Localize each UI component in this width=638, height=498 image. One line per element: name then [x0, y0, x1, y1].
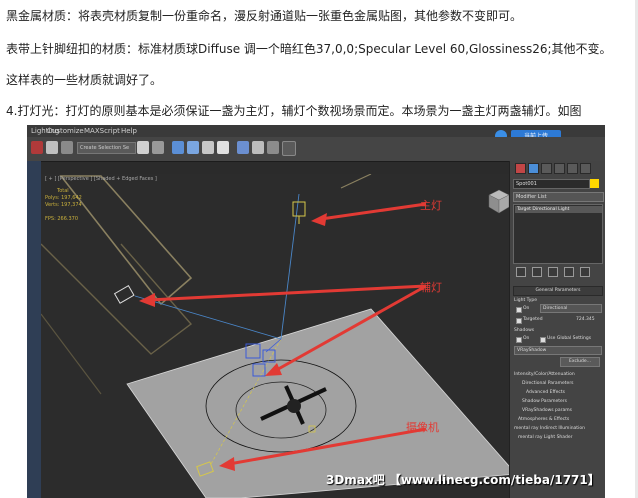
- left-strip: [27, 161, 41, 498]
- link-icon[interactable]: [46, 141, 58, 154]
- shadows-label: Shadows: [514, 328, 535, 333]
- label-main-light: 主灯: [420, 199, 442, 212]
- menu-maxscript[interactable]: MAXScript: [84, 127, 120, 135]
- stats-total: Total: [57, 188, 69, 194]
- configure-sets-icon[interactable]: [580, 267, 590, 277]
- align-icon[interactable]: [152, 141, 164, 154]
- command-panel: Spot001 Modifier List Target Directional…: [509, 161, 605, 498]
- arrow-head-fill-1: [139, 293, 155, 307]
- floor-plane: [126, 308, 509, 498]
- label-camera: 摄像机: [406, 421, 439, 434]
- rollout-shadow-params[interactable]: Shadow Parameters: [522, 399, 567, 404]
- mirror-icon[interactable]: [137, 141, 149, 154]
- light-on-label: On: [523, 306, 530, 311]
- rollout-mr-indirect[interactable]: mental ray Indirect Illumination: [514, 426, 585, 431]
- show-end-result-icon[interactable]: [532, 267, 542, 277]
- viewport-scene: [41, 174, 509, 498]
- remove-modifier-icon[interactable]: [564, 267, 574, 277]
- rollout-intensity[interactable]: Intensity/Color/Attenuation: [514, 372, 575, 377]
- selection-set-select[interactable]: Create Selection Se: [77, 142, 136, 154]
- modifier-list-dropdown[interactable]: Modifier List: [513, 192, 604, 202]
- menu-help[interactable]: Help: [121, 127, 137, 135]
- stats-verts: Verts: 197,374: [45, 202, 82, 208]
- use-global-checkbox[interactable]: [540, 337, 546, 343]
- rollout-mr-shader[interactable]: mental ray Light Shader: [518, 435, 573, 440]
- shadows-on-label: On: [523, 336, 530, 341]
- shadow-type-select[interactable]: VRayShadow: [514, 346, 602, 355]
- targeted-checkbox[interactable]: [516, 318, 522, 324]
- paragraph-metal-material: 黑金属材质：将表壳材质复制一份重命名，漫反射通道贴一张重色金属贴图，其他参数不变…: [6, 9, 523, 23]
- viewcube-icon[interactable]: [488, 189, 509, 215]
- command-panel-tabs: [513, 162, 603, 174]
- motion-tab-icon[interactable]: [554, 163, 565, 174]
- hierarchy-tab-icon[interactable]: [541, 163, 552, 174]
- stats-spacer: [45, 209, 82, 216]
- make-unique-icon[interactable]: [548, 267, 558, 277]
- stack-item-light[interactable]: Target Directional Light: [515, 206, 602, 213]
- stats-polys: Polys: 197,642: [45, 195, 82, 201]
- rollout-directional[interactable]: Directional Parameters: [522, 381, 574, 386]
- menu-customize[interactable]: Customize: [47, 127, 84, 135]
- light-type-select[interactable]: Directional: [540, 304, 602, 313]
- fill-light-line: [134, 295, 282, 340]
- targeted-label: Targeted: [523, 317, 543, 322]
- schematic-icon[interactable]: [202, 141, 214, 154]
- material-editor-icon[interactable]: [217, 141, 229, 154]
- shadows-on-checkbox[interactable]: [516, 337, 522, 343]
- graph-editor-icon[interactable]: [187, 141, 199, 154]
- modify-tab-icon[interactable]: [528, 163, 539, 174]
- perspective-viewport[interactable]: [ + ] [Perspective ] [Shaded + Edged Fac…: [41, 174, 509, 498]
- label-fill-light: 辅灯: [420, 281, 442, 294]
- rollout-advanced-effects[interactable]: Advanced Effects: [526, 390, 565, 395]
- pin-stack-icon[interactable]: [516, 267, 526, 277]
- rollout-atmospheres[interactable]: Atmospheres & Effects: [518, 417, 569, 422]
- paragraph-lighting: 4.打灯光：打灯的原则基本是必须保证一盏为主灯，辅灯个数视场景而定。本场景为一盏…: [6, 104, 582, 118]
- layer-icon[interactable]: [172, 141, 184, 154]
- display-tab-icon[interactable]: [567, 163, 578, 174]
- watermark: 3Dmax吧 【www.linecg.com/tieba/1771】: [326, 473, 600, 487]
- create-tab-icon[interactable]: [515, 163, 526, 174]
- paragraph-strap-material: 表带上针脚纽扣的材质：标准材质球Diffuse 调一个暗红色37,0,0;Spe…: [6, 42, 612, 56]
- utilities-tab-icon[interactable]: [580, 163, 591, 174]
- light-type-label: Light Type: [514, 298, 537, 303]
- modifier-stack: Target Directional Light: [513, 204, 603, 264]
- light-on-checkbox[interactable]: [516, 307, 522, 313]
- arrow-main-light: [320, 202, 427, 221]
- undo-icon[interactable]: [31, 141, 43, 154]
- exclude-button[interactable]: Exclude...: [560, 357, 600, 367]
- render-frame-icon[interactable]: [252, 141, 264, 154]
- viewport-label[interactable]: [ + ] [Perspective ] [Shaded + Edged Fac…: [45, 176, 157, 182]
- stats-fps: FPS: 266.370: [45, 216, 79, 222]
- fill-light-object: [113, 284, 135, 304]
- stack-tools: [516, 267, 600, 277]
- model-outline-c: [41, 313, 102, 395]
- main-toolbar: Create Selection Se: [27, 137, 605, 162]
- arrow-head-main: [311, 213, 327, 226]
- use-global-label: Use Global Settings: [547, 336, 592, 341]
- max-screenshot: Lighting Customize MAXScript Help 当前上传 C…: [27, 125, 605, 498]
- rollout-vrayshadows[interactable]: VRayShadows params: [522, 408, 572, 413]
- main-light-object: [292, 201, 306, 224]
- extra-tool-icon[interactable]: [282, 141, 296, 156]
- render-setup-icon[interactable]: [237, 141, 249, 154]
- model-outline-d: [340, 174, 372, 189]
- viewport-stats: Total Polys: 197,642 Verts: 197,374 FPS:…: [45, 188, 82, 223]
- paragraph-materials-done: 这样表的一些材质就调好了。: [6, 73, 163, 87]
- object-name-field[interactable]: Spot001: [513, 179, 590, 189]
- render-icon[interactable]: [267, 141, 279, 154]
- object-color-swatch[interactable]: [590, 179, 599, 188]
- target-distance: 724.345: [576, 317, 595, 322]
- unlink-icon[interactable]: [61, 141, 73, 154]
- general-parameters-rollout[interactable]: General Parameters: [513, 286, 603, 296]
